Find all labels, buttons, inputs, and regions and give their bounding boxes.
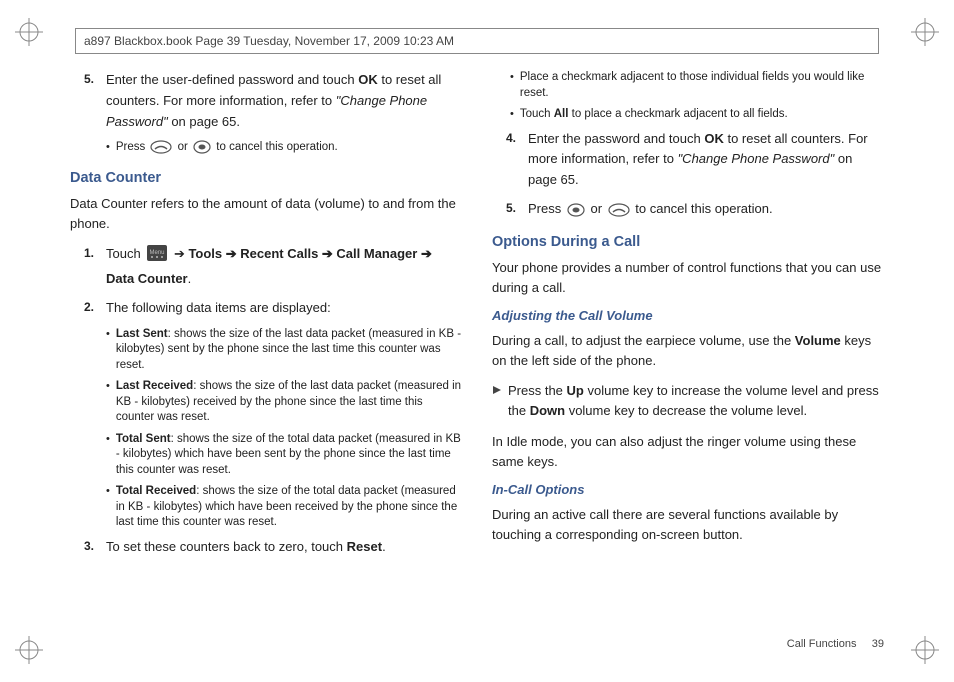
bullet-total-sent: • Total Sent: shows the size of the tota…: [70, 432, 462, 479]
in-call-options-heading: In-Call Options: [492, 482, 884, 497]
crop-mark-br: [911, 636, 939, 664]
end-call-icon: [150, 140, 172, 160]
svg-text:Menu: Menu: [150, 250, 165, 256]
crop-mark-tl: [15, 18, 43, 46]
adjusting-volume-desc: During a call, to adjust the earpiece vo…: [492, 331, 884, 371]
step-3: 3. To set these counters back to zero, t…: [70, 537, 462, 558]
page-content: 5. Enter the user-defined password and t…: [70, 70, 884, 627]
triangle-icon: [492, 381, 502, 421]
options-during-call-desc: Your phone provides a number of control …: [492, 258, 884, 298]
menu-icon: Menu: [146, 244, 168, 269]
footer-section: Call Functions: [787, 638, 857, 650]
step-5-right: 5. Press or to cancel this operation.: [492, 199, 884, 224]
options-during-call-heading: Options During a Call: [492, 234, 884, 250]
right-column: • Place a checkmark adjacent to those in…: [492, 70, 884, 627]
end-call-icon: [608, 203, 630, 224]
footer-page: 39: [872, 638, 884, 650]
step-1: 1. Touch Menu ➔ Tools ➔ Recent Calls ➔ C…: [70, 244, 462, 290]
crop-mark-tr: [911, 18, 939, 46]
round-button-icon: [193, 140, 211, 160]
step-5-left: 5. Enter the user-defined password and t…: [70, 70, 462, 132]
left-column: 5. Enter the user-defined password and t…: [70, 70, 462, 627]
data-counter-heading: Data Counter: [70, 170, 462, 186]
bullet-last-sent: • Last Sent: shows the size of the last …: [70, 327, 462, 374]
header-bar: a897 Blackbox.book Page 39 Tuesday, Nove…: [75, 28, 879, 54]
bullet-last-received: • Last Received: shows the size of the l…: [70, 379, 462, 426]
idle-mode-note: In Idle mode, you can also adjust the ri…: [492, 432, 884, 472]
header-text: a897 Blackbox.book Page 39 Tuesday, Nove…: [84, 34, 454, 48]
bullet-total-received: • Total Received: shows the size of the …: [70, 484, 462, 531]
crop-mark-bl: [15, 636, 43, 664]
footer: Call Functions 39: [787, 638, 884, 650]
volume-up-down: Press the Up volume key to increase the …: [492, 381, 884, 421]
right-bullet-1: • Place a checkmark adjacent to those in…: [492, 70, 884, 101]
cancel-bullet: • Press or to cancel this operation.: [70, 140, 462, 160]
right-bullet-2: • Touch All to place a checkmark adjacen…: [492, 107, 884, 123]
step-4-right: 4. Enter the password and touch OK to re…: [492, 129, 884, 191]
data-counter-desc: Data Counter refers to the amount of dat…: [70, 194, 462, 234]
round-button-icon: [567, 203, 585, 224]
step-2: 2. The following data items are displaye…: [70, 298, 462, 319]
adjusting-volume-heading: Adjusting the Call Volume: [492, 308, 884, 323]
in-call-options-desc: During an active call there are several …: [492, 505, 884, 545]
